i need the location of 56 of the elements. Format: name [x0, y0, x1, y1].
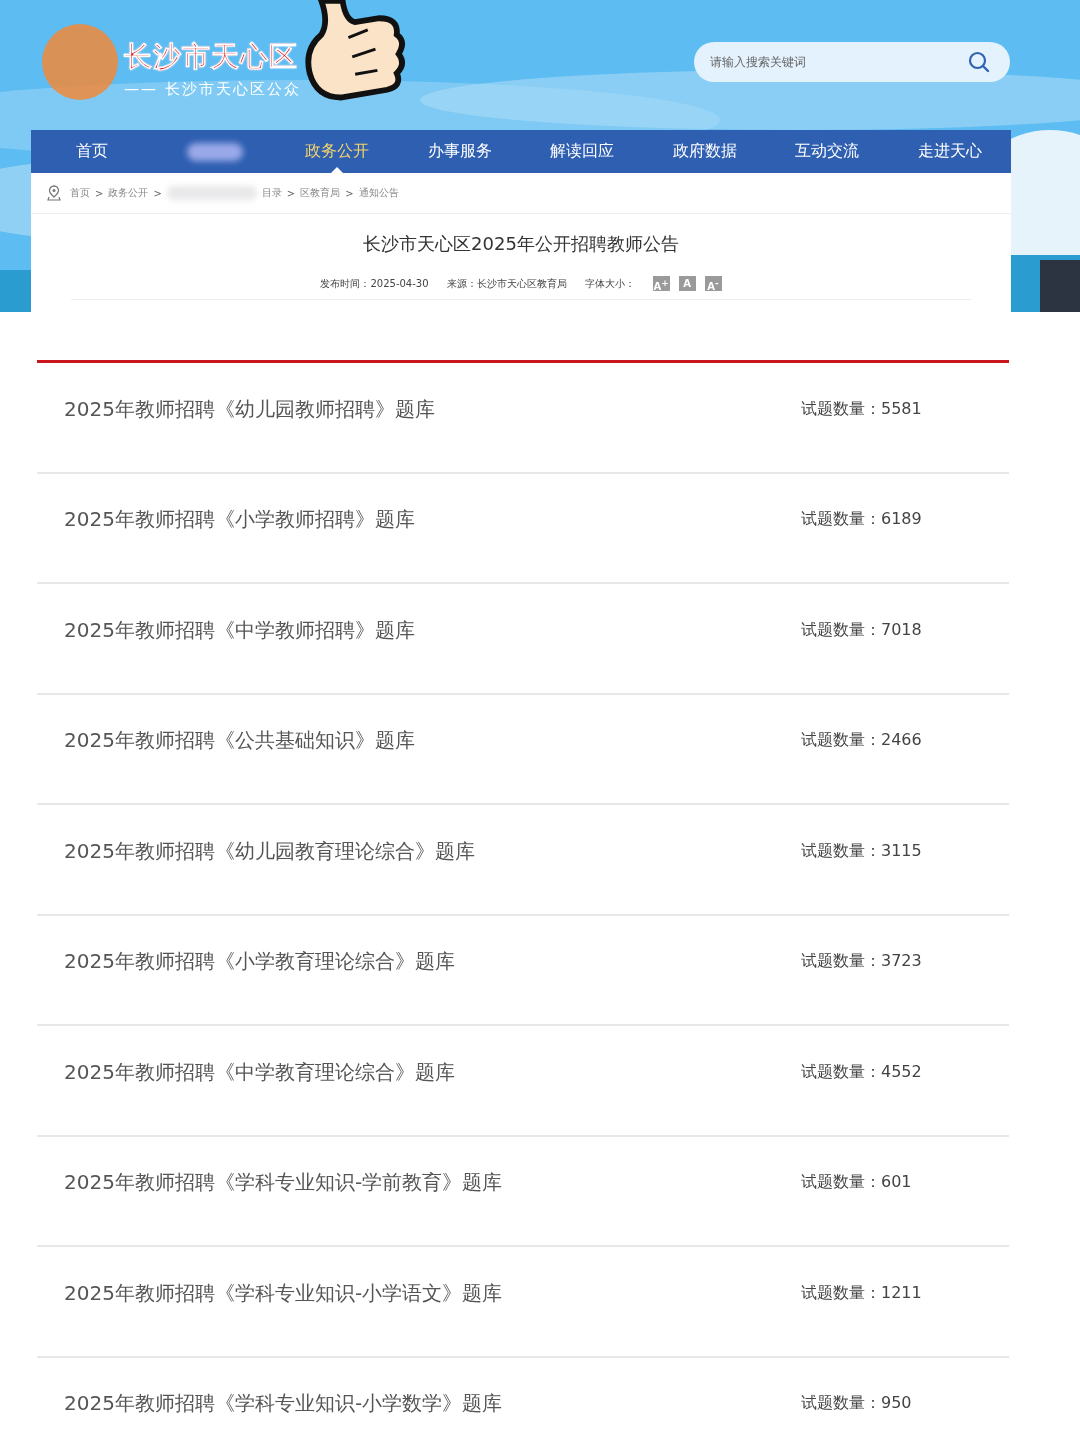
- breadcrumb-separator: >: [286, 187, 296, 199]
- question-count: 试题数量：7018: [801, 619, 923, 641]
- site-title: 长沙市天心区: [124, 39, 299, 75]
- question-bank-row[interactable]: 2025年教师招聘《幼儿园教育理论综合》题库 试题数量：3115: [37, 805, 1009, 916]
- question-count: 试题数量：3115: [801, 840, 923, 862]
- bank-title: 2025年教师招聘《学科专业知识-小学数学》题库: [64, 1390, 503, 1418]
- publish-date: 发布时间：2025-04-30: [320, 276, 429, 291]
- font-size-label: 字体大小：: [584, 276, 635, 291]
- bank-title: 2025年教师招聘《中学教育理论综合》题库: [64, 1058, 455, 1086]
- breadcrumb-separator: >: [345, 187, 354, 199]
- question-bank-row[interactable]: 2025年教师招聘《中学教师招聘》题库 试题数量：7018: [37, 584, 1009, 695]
- bank-title: 2025年教师招聘《学科专业知识-学前教育》题库: [64, 1169, 503, 1197]
- search-icon[interactable]: [968, 51, 990, 73]
- question-count: 试题数量：3723: [801, 951, 923, 973]
- breadcrumb-separator: >: [153, 187, 162, 199]
- bank-title: 2025年教师招聘《中学教师招聘》题库: [64, 616, 415, 644]
- site-subtitle: —— 长沙市天心区公众: [124, 80, 301, 99]
- search-field[interactable]: 请输入搜索关键词: [694, 42, 1010, 82]
- bank-title: 2025年教师招聘《幼儿园教育理论综合》题库: [64, 837, 475, 865]
- question-count: 试题数量：1211: [801, 1282, 923, 1304]
- location-pin-icon: [47, 185, 61, 201]
- question-count: 试题数量：6189: [801, 509, 923, 531]
- bank-title: 2025年教师招聘《公共基础知识》题库: [64, 727, 415, 755]
- nav-tab[interactable]: 走进天心: [888, 130, 1011, 173]
- breadcrumb-link[interactable]: 目录: [261, 186, 282, 200]
- bank-title: 2025年教师招聘《小学教育理论综合》题库: [64, 948, 455, 976]
- breadcrumb-link[interactable]: 政务公开: [108, 186, 149, 200]
- nav-tab[interactable]: 首页: [31, 130, 154, 173]
- nav-tab[interactable]: 政务公开: [276, 130, 399, 173]
- question-count: 试题数量：2466: [801, 730, 923, 752]
- nav-tab[interactable]: 政府数据: [643, 130, 766, 173]
- question-bank-row[interactable]: 2025年教师招聘《小学教育理论综合》题库 试题数量：3723: [37, 915, 1009, 1026]
- question-count: 试题数量：601: [801, 1172, 913, 1194]
- bank-title: 2025年教师招聘《幼儿园教师招聘》题库: [64, 395, 435, 423]
- question-bank-row[interactable]: 2025年教师招聘《学科专业知识-小学数学》题库 试题数量：950: [37, 1357, 1009, 1440]
- question-bank-row[interactable]: 2025年教师招聘《学科专业知识-小学语文》题库 试题数量：1211: [37, 1247, 1009, 1358]
- question-bank-row[interactable]: 2025年教师招聘《幼儿园教师招聘》题库 试题数量：5581: [37, 363, 1009, 474]
- bank-title: 2025年教师招聘《学科专业知识-小学语文》题库: [64, 1279, 503, 1307]
- question-bank-row[interactable]: 2025年教师招聘《小学教师招聘》题库 试题数量：6189: [37, 473, 1009, 584]
- nav-tab[interactable]: 办事服务: [398, 130, 521, 173]
- article-title: 长沙市天心区2025年公开招聘教师公告: [362, 232, 680, 256]
- article-source: 来源：长沙市天心区教育局: [446, 276, 567, 291]
- breadcrumb-link[interactable]: 通知公告: [358, 186, 399, 200]
- nav-tab[interactable]: 解读回应: [521, 130, 644, 173]
- question-count: 试题数量：950: [801, 1393, 913, 1415]
- redaction-blur: [186, 142, 243, 161]
- breadcrumb-separator: >: [95, 187, 104, 199]
- breadcrumb-link[interactable]: 区教育局: [300, 186, 341, 200]
- nav-tab[interactable]: 互动交流: [766, 130, 889, 173]
- bank-title: 2025年教师招聘《小学教师招聘》题库: [64, 506, 415, 534]
- question-bank-row[interactable]: 2025年教师招聘《学科专业知识-学前教育》题库 试题数量：601: [37, 1136, 1009, 1247]
- question-count: 试题数量：5581: [801, 398, 923, 420]
- breadcrumb-link[interactable]: 首页: [70, 186, 90, 200]
- question-count: 试题数量：4552: [801, 1061, 923, 1083]
- question-bank-row[interactable]: 2025年教师招聘《公共基础知识》题库 试题数量：2466: [37, 694, 1009, 805]
- question-bank-row[interactable]: 2025年教师招聘《中学教育理论综合》题库 试题数量：4552: [37, 1026, 1009, 1137]
